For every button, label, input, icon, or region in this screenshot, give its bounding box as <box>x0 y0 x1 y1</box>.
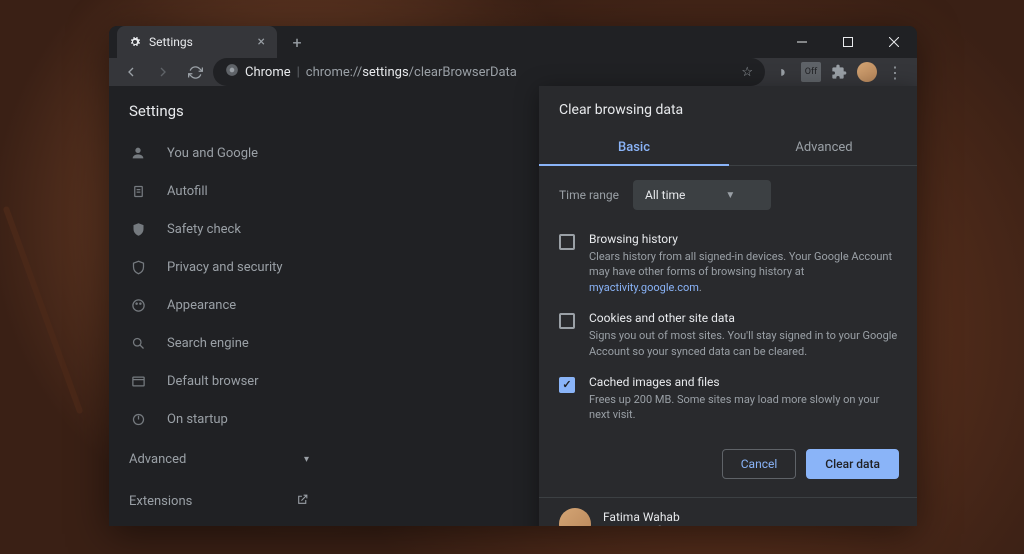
sidebar-item-label: Default browser <box>167 374 259 389</box>
main-panel: › Check now › › and more) Clear browsing… <box>329 86 917 526</box>
tab-title: Settings <box>149 35 193 49</box>
sidebar-item-label: Appearance <box>167 298 236 313</box>
clear-browsing-data-dialog: Clear browsing data Basic Advanced Time … <box>539 86 917 526</box>
close-tab-icon[interactable]: × <box>258 34 265 50</box>
sidebar-extensions-link[interactable]: Extensions <box>109 481 329 522</box>
time-range-label: Time range <box>559 188 619 202</box>
sidebar-advanced-section[interactable]: Advanced ▾ <box>109 438 329 481</box>
sidebar-item-label: You and Google <box>167 146 258 161</box>
chevron-down-icon: ▾ <box>304 454 309 465</box>
tab-basic[interactable]: Basic <box>539 130 729 165</box>
titlebar: Settings × + <box>109 26 917 58</box>
browser-icon <box>129 372 147 390</box>
advanced-label: Advanced <box>129 452 186 467</box>
sidebar-item-you-google[interactable]: You and Google <box>109 134 329 172</box>
extensions-label: Extensions <box>129 494 192 509</box>
clear-data-button[interactable]: Clear data <box>806 449 899 479</box>
back-button[interactable] <box>117 58 145 86</box>
url-scheme: Chrome <box>245 65 291 80</box>
content-area: Settings You and Google Autofill Safety … <box>109 86 917 526</box>
user-sync-status: Syncing to fatima@addictivetips.com <box>603 524 785 526</box>
user-avatar <box>559 508 591 526</box>
toolbar: Chrome | chrome://settings/clearBrowserD… <box>109 58 917 86</box>
dialog-title: Clear browsing data <box>539 86 917 130</box>
settings-sidebar: Settings You and Google Autofill Safety … <box>109 86 329 526</box>
chrome-icon <box>225 63 239 81</box>
sidebar-about-link[interactable]: About Chrome <box>109 522 329 526</box>
dialog-tabs: Basic Advanced <box>539 130 917 166</box>
caret-down-icon: ▼ <box>725 190 735 201</box>
sidebar-item-startup[interactable]: On startup <box>109 400 329 438</box>
sidebar-item-privacy[interactable]: Privacy and security <box>109 248 329 286</box>
extension-icons: ◗ Off ⋮ <box>769 62 909 82</box>
tab-advanced[interactable]: Advanced <box>729 130 917 165</box>
minimize-button[interactable] <box>779 26 825 58</box>
shield-icon <box>129 258 147 276</box>
option-cookies: Cookies and other site data Signs you ou… <box>539 303 917 367</box>
sidebar-item-label: Safety check <box>167 222 241 237</box>
shield-check-icon <box>129 220 147 238</box>
option-desc: Frees up 200 MB. Some sites may load mor… <box>589 392 899 423</box>
power-icon <box>129 410 147 428</box>
menu-dots-icon[interactable]: ⋮ <box>885 62 905 82</box>
user-info-row: Fatima Wahab Syncing to fatima@addictive… <box>539 497 917 526</box>
window-controls <box>779 26 917 58</box>
time-range-row: Time range All time ▼ <box>539 166 917 224</box>
profile-avatar[interactable] <box>857 62 877 82</box>
maximize-button[interactable] <box>825 26 871 58</box>
close-window-button[interactable] <box>871 26 917 58</box>
option-browsing-history: Browsing history Clears history from all… <box>539 224 917 303</box>
forward-button[interactable] <box>149 58 177 86</box>
checkbox-cached[interactable] <box>559 377 575 393</box>
extension-off-icon[interactable]: Off <box>801 62 821 82</box>
reload-button[interactable] <box>181 58 209 86</box>
sidebar-item-default-browser[interactable]: Default browser <box>109 362 329 400</box>
cancel-button[interactable]: Cancel <box>722 449 797 479</box>
sidebar-item-label: Autofill <box>167 184 208 199</box>
sidebar-item-appearance[interactable]: Appearance <box>109 286 329 324</box>
sidebar-item-safety[interactable]: Safety check <box>109 210 329 248</box>
address-bar[interactable]: Chrome | chrome://settings/clearBrowserD… <box>213 58 765 86</box>
sidebar-item-label: On startup <box>167 412 228 427</box>
person-icon <box>129 144 147 162</box>
option-desc: Signs you out of most sites. You'll stay… <box>589 328 899 359</box>
myactivity-link[interactable]: myactivity.google.com <box>589 281 699 294</box>
extensions-puzzle-icon[interactable] <box>829 62 849 82</box>
url-text: chrome://settings/clearBrowserData <box>306 65 517 80</box>
new-tab-button[interactable]: + <box>283 28 311 56</box>
user-name: Fatima Wahab <box>603 510 785 524</box>
sidebar-item-autofill[interactable]: Autofill <box>109 172 329 210</box>
palette-icon <box>129 296 147 314</box>
time-range-value: All time <box>645 188 685 202</box>
search-icon <box>129 334 147 352</box>
sidebar-item-label: Search engine <box>167 336 249 351</box>
option-title: Cookies and other site data <box>589 311 899 325</box>
time-range-select[interactable]: All time ▼ <box>633 180 771 210</box>
option-title: Cached images and files <box>589 375 899 389</box>
checkbox-browsing-history[interactable] <box>559 234 575 250</box>
option-desc: Clears history from all signed-in device… <box>589 249 899 295</box>
dialog-actions: Cancel Clear data <box>539 431 917 491</box>
browser-window: Settings × + Chrome | chrome://settings/… <box>109 26 917 526</box>
browser-tab[interactable]: Settings × <box>117 26 277 58</box>
sidebar-item-label: Privacy and security <box>167 260 283 275</box>
external-link-icon <box>296 493 309 510</box>
url-divider: | <box>297 65 300 80</box>
extension-flag-icon[interactable]: ◗ <box>773 62 793 82</box>
gear-icon <box>129 36 141 48</box>
option-title: Browsing history <box>589 232 899 246</box>
checkbox-cookies[interactable] <box>559 313 575 329</box>
bookmark-star-icon[interactable]: ☆ <box>741 65 753 80</box>
sidebar-item-search[interactable]: Search engine <box>109 324 329 362</box>
clipboard-icon <box>129 182 147 200</box>
option-cached: Cached images and files Frees up 200 MB.… <box>539 367 917 431</box>
sidebar-title: Settings <box>109 102 329 134</box>
